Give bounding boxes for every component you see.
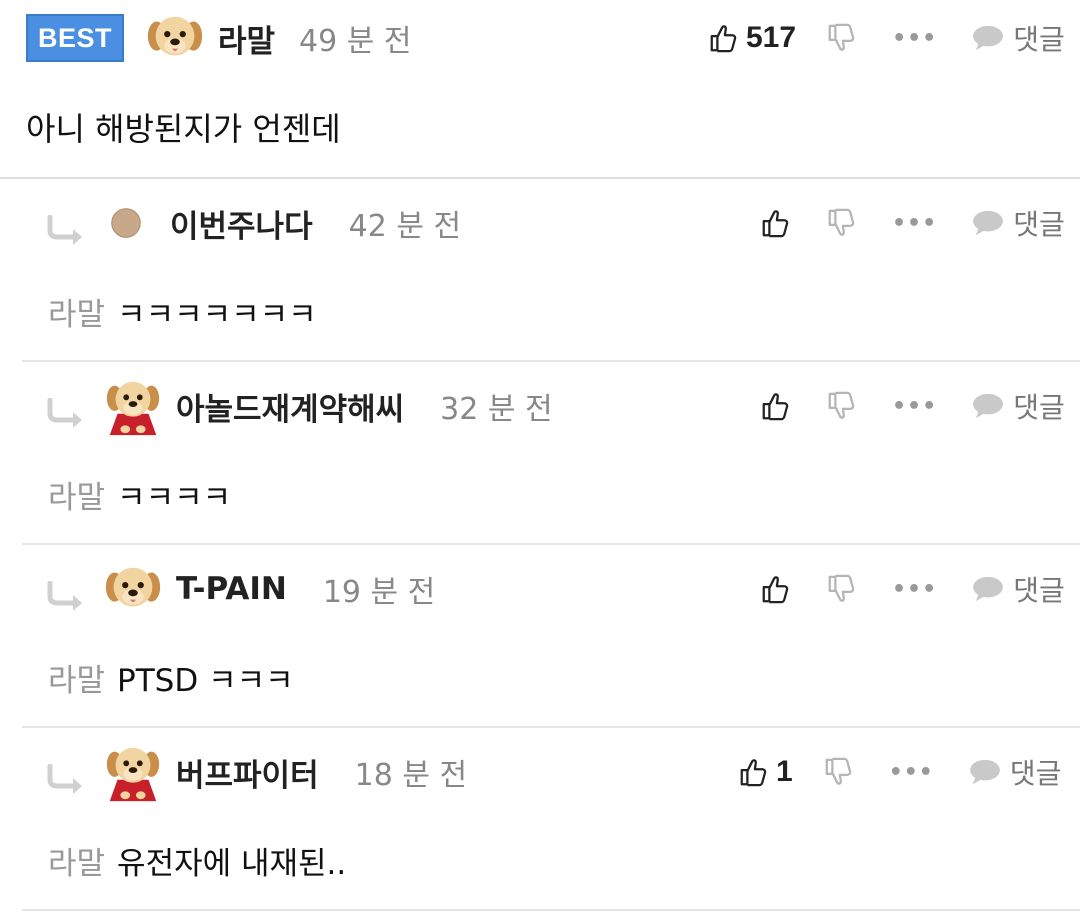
reply-arrow-icon	[46, 581, 86, 611]
comment-body: 유전자에 내재된..	[117, 846, 347, 882]
like-button[interactable]: 517	[708, 21, 796, 55]
nickname[interactable]: T-PAIN	[176, 571, 287, 607]
thumbs-up-icon	[760, 574, 790, 604]
more-button[interactable]: •••	[892, 577, 937, 602]
dislike-button[interactable]	[823, 757, 853, 787]
timestamp: 49 분 전	[299, 24, 412, 59]
timestamp: 18 분 전	[354, 758, 468, 793]
thumbs-down-icon	[823, 757, 853, 787]
best-comment: BEST 라말 49 분 전 517 ••• 댓글 아니 해방된지가 언젠데	[0, 0, 1080, 179]
comment-body: 아니 해방된지가 언젠데	[26, 110, 341, 148]
timestamp: 19 분 전	[322, 575, 436, 610]
reply-label: 댓글	[1013, 574, 1065, 607]
comment-text: 라말 ㅋㅋㅋㅋ	[48, 472, 231, 517]
more-icon: •••	[892, 576, 938, 602]
speech-bubble-icon	[971, 392, 1005, 420]
more-icon: •••	[888, 759, 934, 785]
avatar[interactable]	[102, 375, 164, 437]
reply-button[interactable]: 댓글	[971, 569, 1065, 609]
dislike-button[interactable]	[826, 391, 856, 421]
dislike-button[interactable]	[826, 208, 856, 238]
comment-text: 라말 ㅋㅋㅋㅋㅋㅋㅋ	[48, 289, 317, 334]
comment-body: ㅋㅋㅋㅋㅋㅋㅋ	[117, 297, 317, 333]
speech-bubble-icon	[971, 209, 1005, 237]
dislike-button[interactable]	[826, 574, 856, 604]
reply-label: 댓글	[1013, 23, 1065, 56]
reply-label: 댓글	[1009, 757, 1062, 790]
more-icon: •••	[892, 393, 938, 419]
reply-button[interactable]: 댓글	[968, 752, 1062, 792]
speech-bubble-icon	[968, 758, 1002, 786]
thumbs-up-icon	[760, 391, 790, 421]
reply-arrow-icon	[46, 398, 86, 428]
comment-text: 라말 PTSD ㅋㅋㅋ	[48, 655, 294, 700]
comment-actions: ••• 댓글	[760, 559, 1065, 619]
reply-button[interactable]: 댓글	[971, 203, 1065, 243]
comment-text: 라말 유전자에 내재된..	[48, 838, 346, 883]
like-button[interactable]	[760, 574, 790, 604]
speech-bubble-icon	[971, 575, 1005, 603]
mention[interactable]: 라말	[48, 297, 105, 333]
nickname[interactable]: 버프파이터	[176, 750, 319, 795]
like-count: 517	[746, 21, 797, 54]
like-button[interactable]	[760, 391, 790, 421]
reply-label: 댓글	[1013, 208, 1065, 241]
thumbs-down-icon	[826, 391, 856, 421]
best-badge: BEST	[26, 14, 124, 62]
avatar[interactable]	[102, 199, 150, 247]
dislike-button[interactable]	[826, 23, 856, 53]
thumbs-up-icon	[738, 757, 768, 787]
more-button[interactable]: •••	[889, 760, 934, 785]
thumbs-down-icon	[826, 23, 856, 53]
more-icon: •••	[892, 210, 938, 236]
speech-bubble-icon	[971, 24, 1005, 52]
more-button[interactable]: •••	[892, 211, 937, 236]
avatar[interactable]	[144, 7, 206, 69]
more-button[interactable]: •••	[892, 26, 937, 51]
thumbs-up-icon	[760, 208, 790, 238]
comment-body: PTSD ㅋㅋㅋ	[117, 663, 294, 699]
mention[interactable]: 라말	[48, 663, 105, 699]
timestamp: 32 분 전	[440, 392, 553, 427]
comment-actions: 1 ••• 댓글	[738, 742, 1061, 802]
nickname[interactable]: 아놀드재계약해씨	[176, 384, 404, 429]
like-count: 1	[776, 755, 793, 788]
like-button[interactable]: 1	[738, 755, 793, 789]
reply-arrow-icon	[46, 215, 86, 245]
reply-button[interactable]: 댓글	[971, 18, 1065, 58]
reply-comment: T-PAIN 19 분 전 ••• 댓글 라말 PTSD ㅋㅋㅋ	[22, 545, 1080, 728]
avatar[interactable]	[102, 558, 164, 620]
comment-actions: ••• 댓글	[760, 193, 1065, 253]
comment-text: 아니 해방된지가 언젠데	[26, 104, 341, 150]
thumbs-down-icon	[826, 574, 856, 604]
mention[interactable]: 라말	[48, 480, 105, 516]
nickname[interactable]: 라말	[218, 16, 275, 61]
more-icon: •••	[892, 25, 938, 51]
nickname[interactable]: 이번주나다	[170, 201, 313, 246]
comment-actions: 517 ••• 댓글	[708, 8, 1065, 68]
reply-comment: 아놀드재계약해씨 32 분 전 ••• 댓글 라말 ㅋㅋㅋㅋ	[22, 362, 1080, 545]
reply-arrow-icon	[46, 764, 86, 794]
reply-comment: 버프파이터 18 분 전 1 ••• 댓글 라말 유전자에 내재된..	[22, 728, 1080, 911]
reply-button[interactable]: 댓글	[971, 386, 1065, 426]
like-button[interactable]	[760, 208, 790, 238]
comment-body: ㅋㅋㅋㅋ	[117, 480, 232, 516]
thumbs-up-icon	[708, 23, 738, 53]
reply-comment: 이번주나다 42 분 전 ••• 댓글 라말 ㅋㅋㅋㅋㅋㅋㅋ	[22, 179, 1080, 362]
more-button[interactable]: •••	[892, 394, 937, 419]
mention[interactable]: 라말	[48, 846, 105, 882]
comment-actions: ••• 댓글	[760, 376, 1065, 436]
avatar[interactable]	[102, 741, 164, 803]
thumbs-down-icon	[826, 208, 856, 238]
timestamp: 42 분 전	[348, 209, 462, 244]
reply-label: 댓글	[1013, 391, 1065, 424]
